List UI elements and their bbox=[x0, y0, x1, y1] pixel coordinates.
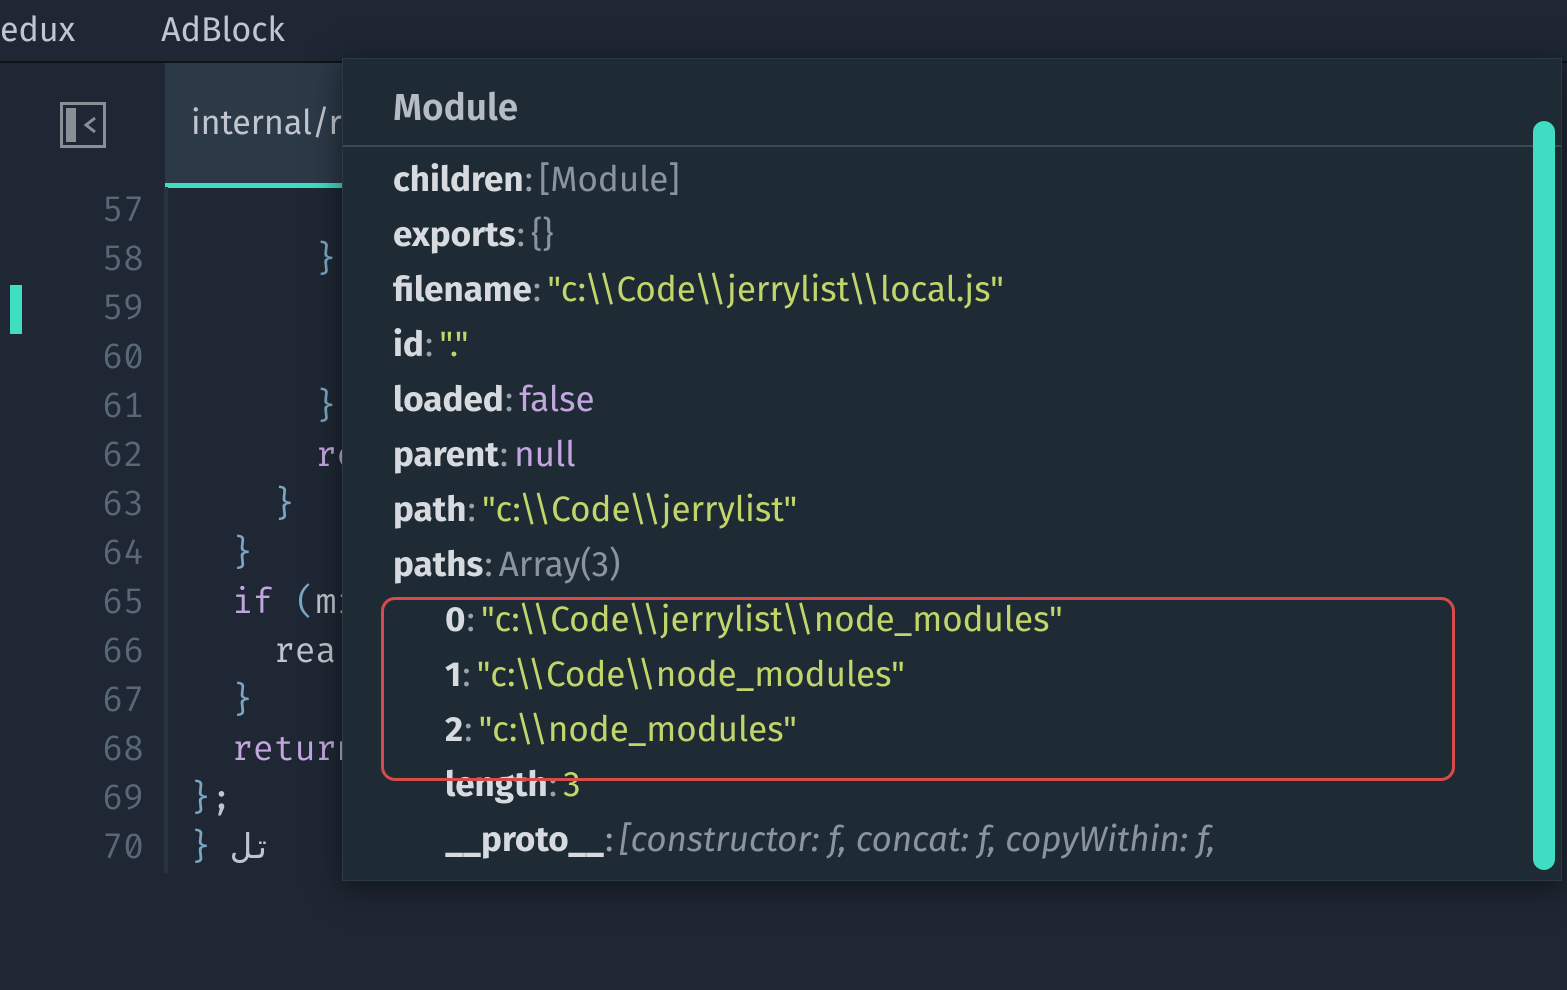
line-number: 58 bbox=[0, 236, 144, 285]
panel-left-icon bbox=[60, 102, 106, 148]
line-number: 57 bbox=[0, 187, 144, 236]
paths-item-1[interactable]: 1: "c:\\Code\\node_modules" bbox=[393, 648, 1511, 703]
paths-proto[interactable]: __proto__: [constructor: ƒ, concat: ƒ, c… bbox=[393, 813, 1511, 868]
prop-paths[interactable]: paths: Array(3) bbox=[393, 538, 1511, 593]
line-number: 61 bbox=[0, 383, 144, 432]
toggle-sidebar-button[interactable] bbox=[0, 63, 165, 187]
line-number: 65 bbox=[0, 579, 144, 628]
line-number: 67 bbox=[0, 677, 144, 726]
line-number: 64 bbox=[0, 530, 144, 579]
prop-children[interactable]: children: [Module] bbox=[393, 153, 1511, 208]
line-number: 69 bbox=[0, 775, 144, 824]
prop-parent[interactable]: parent: null bbox=[393, 428, 1511, 483]
paths-item-2[interactable]: 2: "c:\\node_modules" bbox=[393, 703, 1511, 758]
line-number: 63 bbox=[0, 481, 144, 530]
debug-hover-tooltip: Module children: [Module] exports: {} fi… bbox=[342, 58, 1562, 881]
prop-path[interactable]: path: "c:\\Code\\jerrylist" bbox=[393, 483, 1511, 538]
prop-filename[interactable]: filename: "c:\\Code\\jerrylist\\local.js… bbox=[393, 263, 1511, 318]
line-number-gutter: 5758596061626364656667686970 bbox=[0, 187, 168, 873]
tab-adblock[interactable]: AdBlock bbox=[133, 0, 313, 63]
file-tab-active[interactable]: internal/r bbox=[165, 63, 368, 187]
line-number: 60 bbox=[0, 334, 144, 383]
line-number: 68 bbox=[0, 726, 144, 775]
paths-length[interactable]: length: 3 bbox=[393, 758, 1511, 813]
breakpoint-marker[interactable] bbox=[10, 285, 22, 334]
line-number: 66 bbox=[0, 628, 144, 677]
prop-exports[interactable]: exports: {} bbox=[393, 208, 1511, 263]
prop-loaded[interactable]: loaded: false bbox=[393, 373, 1511, 428]
line-number: 62 bbox=[0, 432, 144, 481]
hover-title: Module bbox=[343, 67, 1561, 147]
paths-item-0[interactable]: 0: "c:\\Code\\jerrylist\\node_modules" bbox=[393, 593, 1511, 648]
line-number: 70 bbox=[0, 824, 144, 873]
devtools-top-tabs: edux AdBlock bbox=[0, 0, 1567, 63]
tooltip-scrollbar[interactable] bbox=[1533, 121, 1555, 870]
tab-redux[interactable]: edux bbox=[0, 0, 103, 63]
prop-id[interactable]: id: "." bbox=[393, 318, 1511, 373]
